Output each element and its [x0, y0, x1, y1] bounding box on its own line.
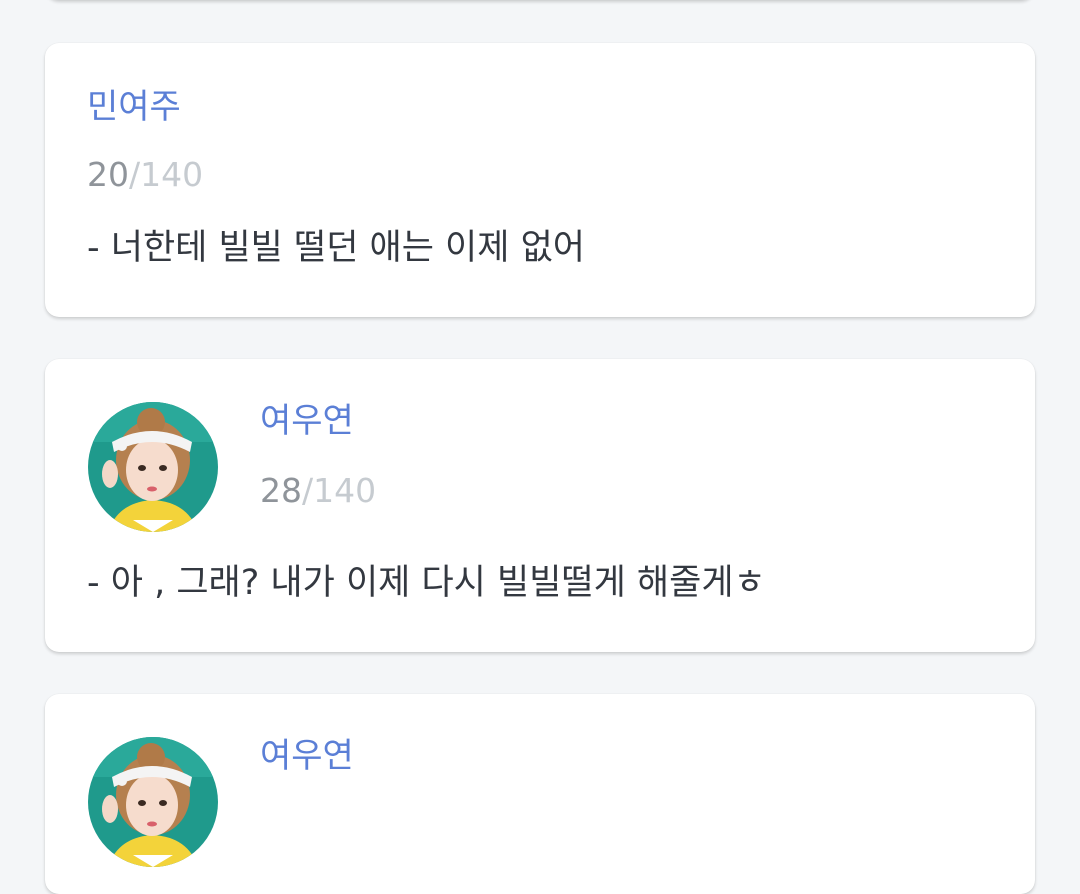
- post-card: 민여주 20/140 - 너한테 빌빌 떨던 애는 이제 없어: [45, 43, 1035, 317]
- char-count-max: /140: [302, 471, 377, 510]
- author-name[interactable]: 여우연: [260, 401, 354, 441]
- char-count-current: 28: [260, 471, 302, 510]
- avatar[interactable]: [88, 402, 218, 532]
- author-name[interactable]: 여우연: [260, 736, 354, 776]
- avatar-image: [88, 402, 218, 532]
- avatar-image: [88, 737, 218, 867]
- avatar[interactable]: [88, 737, 218, 867]
- char-count-current: 20: [87, 155, 129, 194]
- char-counter: 28/140: [260, 471, 376, 511]
- post-card: 여우연: [45, 694, 1035, 894]
- post-message: - 아 , 그래? 내가 이제 다시 빌빌떨게 해줄게ㅎ: [87, 563, 766, 603]
- char-count-max: /140: [129, 155, 204, 194]
- post-card: 여우연 28/140 - 아 , 그래? 내가 이제 다시 빌빌떨게 해줄게ㅎ: [45, 359, 1035, 652]
- post-message: - 너한테 빌빌 떨던 애는 이제 없어: [87, 228, 585, 268]
- char-counter: 20/140: [87, 155, 203, 195]
- author-name[interactable]: 민여주: [87, 87, 181, 127]
